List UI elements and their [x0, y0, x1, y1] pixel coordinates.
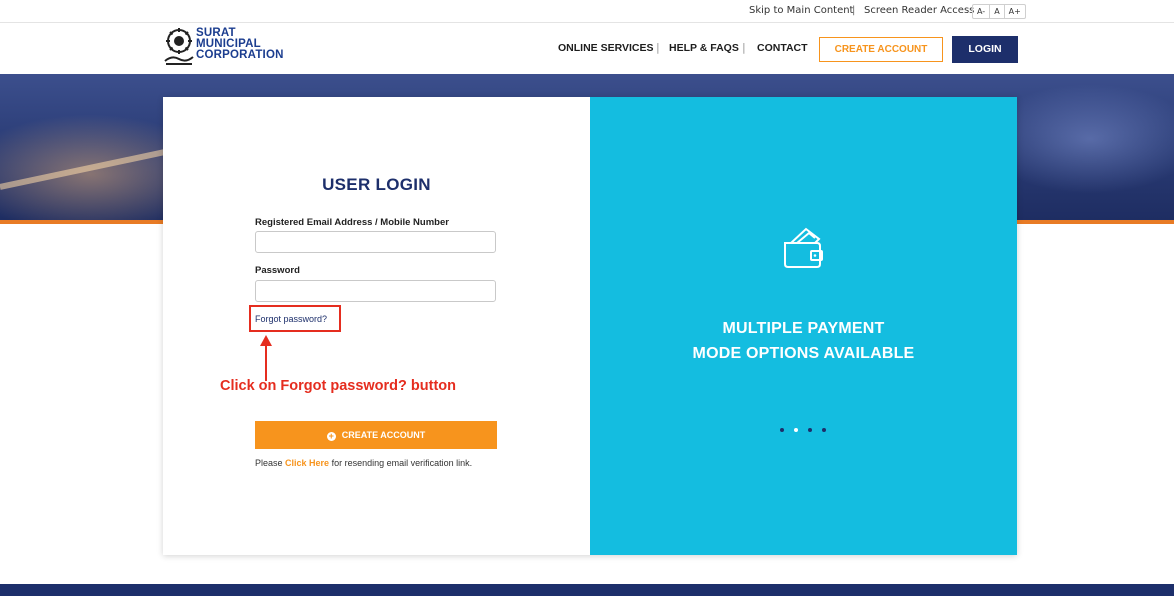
email-label: Registered Email Address / Mobile Number	[255, 217, 449, 228]
font-increase-button[interactable]: A+	[1005, 5, 1025, 18]
promo-line-2: MODE OPTIONS AVAILABLE	[692, 345, 915, 362]
header-create-account-button[interactable]: CREATE ACCOUNT	[819, 37, 943, 62]
font-size-controls: A- A A+	[972, 4, 1026, 19]
carousel-dot[interactable]	[780, 428, 784, 432]
plus-circle-icon: +	[326, 431, 336, 441]
logo-line-corporation: CORPORATION	[196, 49, 284, 61]
carousel-dot[interactable]	[808, 428, 812, 432]
header-login-button[interactable]: LOGIN	[952, 36, 1018, 63]
login-card: USER LOGIN Registered Email Address / Mo…	[163, 97, 1017, 555]
smc-emblem-icon[interactable]	[163, 27, 195, 67]
nav-contact[interactable]: CONTACT	[757, 33, 808, 63]
annotation-instruction: Click on Forgot password? button	[220, 378, 457, 394]
nav-separator: |	[742, 41, 746, 54]
wallet-icon	[784, 227, 823, 268]
resend-prefix: Please	[255, 458, 286, 468]
create-account-button[interactable]: + CREATE ACCOUNT	[255, 421, 497, 449]
carousel-dots	[780, 428, 826, 432]
promo-text: MULTIPLE PAYMENT MODE OPTIONS AVAILABLE	[590, 316, 1017, 366]
password-label: Password	[255, 265, 300, 276]
carousel-dot[interactable]	[794, 428, 798, 432]
footer-bar	[0, 584, 1174, 596]
password-input[interactable]	[255, 280, 496, 302]
promo-panel: MULTIPLE PAYMENT MODE OPTIONS AVAILABLE	[590, 97, 1017, 555]
nav-separator: |	[656, 41, 660, 54]
font-normal-button[interactable]: A	[990, 5, 1005, 18]
login-panel: USER LOGIN Registered Email Address / Mo…	[163, 97, 590, 555]
screen-reader-access-link[interactable]: Screen Reader Access	[864, 0, 974, 22]
annotation-highlight-box	[249, 305, 341, 332]
topbar-separator: |	[852, 5, 856, 16]
carousel-dot[interactable]	[822, 428, 826, 432]
resend-verification-text: Please Click Here for resending email ve…	[255, 458, 472, 468]
smc-logo-text[interactable]: SURAT MUNICIPAL CORPORATION	[196, 27, 284, 61]
resend-click-here-link[interactable]: Click Here	[285, 458, 329, 468]
annotation-arrow-shaft	[265, 345, 267, 381]
font-decrease-button[interactable]: A-	[973, 5, 991, 18]
create-account-label: CREATE ACCOUNT	[341, 430, 426, 440]
top-utility-bar: Skip to Main Content | Screen Reader Acc…	[0, 0, 1174, 23]
skip-to-main-link[interactable]: Skip to Main Content	[749, 0, 853, 22]
nav-online-services[interactable]: ONLINE SERVICES	[558, 33, 654, 63]
user-login-title: USER LOGIN	[322, 175, 431, 194]
email-input[interactable]	[255, 231, 496, 253]
nav-help-faqs[interactable]: HELP & FAQS	[669, 33, 739, 63]
resend-suffix: for resending email verification link.	[329, 458, 473, 468]
promo-line-1: MULTIPLE PAYMENT	[722, 320, 885, 337]
